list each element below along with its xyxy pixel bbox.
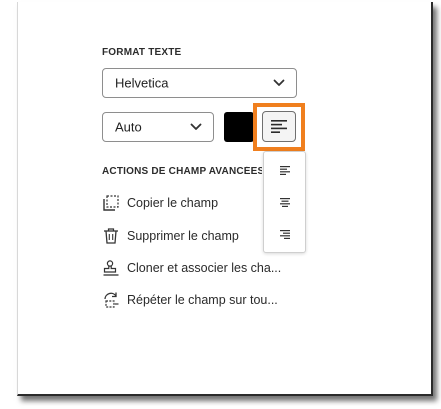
repeat-icon xyxy=(104,292,119,308)
format-panel xyxy=(17,2,433,396)
copy-field-icon xyxy=(103,195,119,211)
align-menu xyxy=(263,151,306,253)
font-select[interactable]: Helvetica xyxy=(102,68,297,98)
format-section-title: FORMAT TEXTE xyxy=(102,47,182,58)
copy-field-label: Copier le champ xyxy=(127,196,219,210)
chevron-down-icon xyxy=(273,79,285,86)
align-right-option[interactable] xyxy=(264,222,305,246)
delete-field-action[interactable]: Supprimer le champ xyxy=(102,226,239,246)
font-size-select[interactable]: Auto xyxy=(102,112,214,142)
copy-field-action[interactable]: Copier le champ xyxy=(102,193,218,213)
align-center-icon xyxy=(279,197,290,207)
repeat-field-action[interactable]: Répéter le champ sur tou... xyxy=(102,290,278,310)
align-center-option[interactable] xyxy=(264,190,305,214)
clone-field-action[interactable]: Cloner et associer les cha... xyxy=(102,258,281,278)
font-select-value: Helvetica xyxy=(115,75,169,91)
text-color-swatch[interactable] xyxy=(224,112,254,142)
align-left-icon xyxy=(271,120,287,133)
clone-field-label: Cloner et associer les cha... xyxy=(127,261,282,275)
align-right-icon xyxy=(279,229,290,239)
trash-icon xyxy=(104,228,118,244)
repeat-field-label: Répéter le champ sur tou... xyxy=(127,293,278,307)
actions-section-title: ACTIONS DE CHAMP AVANCÉES xyxy=(102,166,262,177)
delete-field-label: Supprimer le champ xyxy=(127,229,239,243)
font-size-value: Auto xyxy=(115,119,142,135)
clone-stamp-icon xyxy=(103,260,119,276)
align-left-option[interactable] xyxy=(264,158,305,182)
align-left-icon xyxy=(279,165,290,175)
text-align-button[interactable] xyxy=(262,111,296,142)
chevron-down-icon xyxy=(190,123,202,130)
